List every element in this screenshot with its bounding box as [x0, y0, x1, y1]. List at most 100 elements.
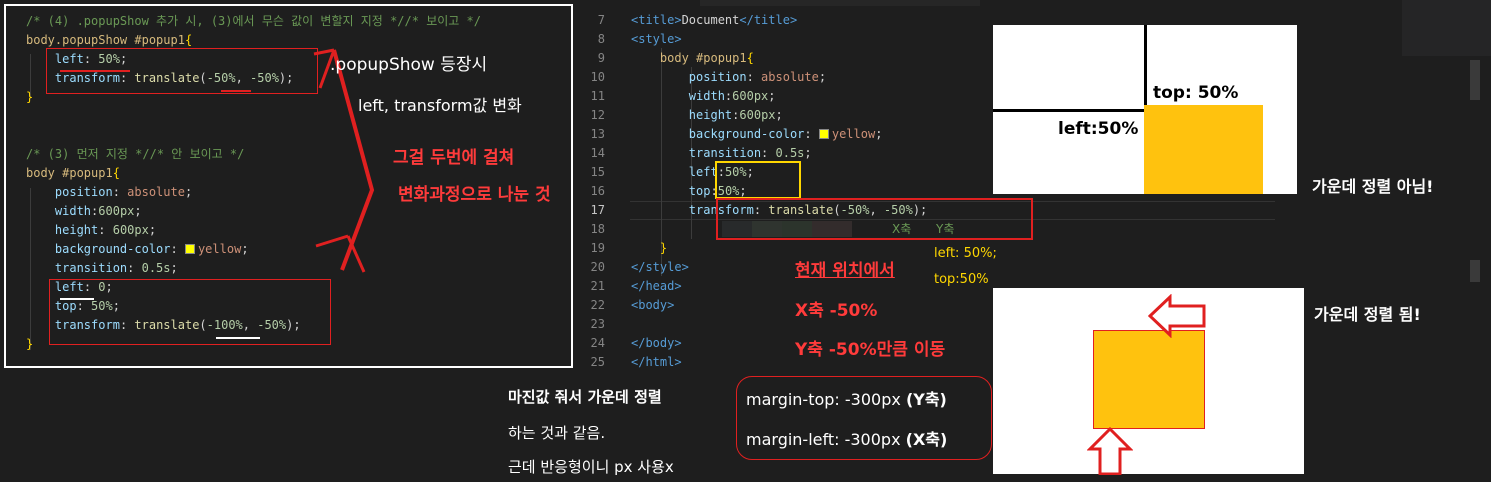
caption-centered: 가운데 정렬 됨!: [1314, 305, 1421, 324]
hint-top: top:50%: [934, 272, 989, 287]
line-number: 12: [590, 108, 605, 122]
code-token: ;: [184, 185, 193, 199]
code-token: </style>: [631, 260, 689, 274]
code-token: ;: [134, 204, 142, 218]
label-top-50: top: 50%: [1153, 83, 1239, 103]
code-token: ;: [818, 70, 827, 84]
code-token: :: [761, 146, 776, 160]
margin-top-value: margin-top: -300px: [746, 390, 901, 409]
code-token: 600px: [98, 204, 135, 218]
margin-top-axis: (Y축): [905, 390, 947, 409]
margin-left-value: margin-left: -300px: [746, 430, 901, 449]
line-number: 18: [590, 222, 605, 236]
margin-left-line: margin-left: -300px (X축): [746, 426, 947, 450]
code-token: {: [112, 166, 120, 180]
code-token: {: [746, 51, 754, 65]
line-number: 13: [590, 127, 605, 141]
axis-y-label: Y축: [936, 222, 955, 236]
code-token: yellow: [197, 242, 242, 256]
code-token: 600px: [732, 89, 769, 103]
code-token: </head>: [631, 279, 682, 293]
code-token: height: [54, 223, 99, 237]
code-token: position: [688, 70, 747, 84]
horizontal-guide-line: [993, 109, 1148, 112]
code-line: <body>: [631, 296, 927, 315]
highlight-box-left-top: [715, 161, 801, 199]
code-token: left: [688, 165, 718, 179]
code-line: body #popup1{: [631, 49, 927, 68]
code-token: background-color: [688, 127, 805, 141]
code-token: }: [26, 90, 34, 104]
line-number: 9: [597, 51, 605, 65]
underline-minus50: [221, 90, 251, 92]
scrollbar-thumb[interactable]: [1470, 260, 1480, 282]
explain-current-position: 현재 위치에서: [795, 261, 895, 281]
code-token: }: [26, 337, 34, 351]
code-token: /* (3) 먼저 지정 *//* 안 보이고 */: [26, 147, 245, 161]
code-token: :: [804, 127, 819, 141]
code-line: /* (4) .popupShow 추가 시, (3)에서 무슨 값이 변할지 …: [26, 12, 481, 31]
line-number: 25: [590, 355, 605, 369]
code-token: ;: [241, 242, 249, 256]
code-line: <style>: [631, 30, 927, 49]
highlight-box-initial: [49, 279, 331, 345]
code-line: <title>Document</title>: [631, 11, 927, 30]
line-number: 24: [590, 336, 605, 350]
code-line: background-color: yellow;: [26, 240, 481, 259]
code-token: :: [112, 185, 128, 199]
caption-not-centered: 가운데 정렬 아님!: [1312, 177, 1434, 196]
code-token: :: [127, 261, 142, 275]
line-number: 22: [590, 298, 605, 312]
line-number: 7: [597, 13, 605, 27]
code-token: transition: [54, 261, 128, 275]
code-token: top: [688, 184, 711, 198]
code-token: </body>: [631, 336, 682, 350]
note-twice-1: 그걸 두번에 걸쳐: [393, 148, 515, 168]
code-token: position: [54, 185, 113, 199]
line-number: 8: [597, 32, 605, 46]
margin-top-line: margin-top: -300px (Y축): [746, 386, 947, 410]
line-number: 23: [590, 317, 605, 331]
whitespace-markers: [722, 221, 852, 237]
axis-x-label: X축: [892, 222, 912, 236]
scrollbar[interactable]: [1470, 60, 1480, 100]
underline-0: [60, 298, 94, 300]
margin-left-axis: (X축): [905, 430, 948, 449]
note-values: left, transform값 변화: [358, 96, 522, 115]
code-line: transition: 0.5s;: [26, 259, 481, 278]
arrow-up-icon: [1087, 427, 1133, 475]
code-token: :: [746, 70, 762, 84]
code-token: </title>: [739, 13, 798, 27]
code-token: /* (4) .popupShow 추가 시, (3)에서 무슨 값이 변할지 …: [26, 14, 481, 28]
code-line: background-color: yellow;: [631, 125, 927, 144]
line-number: 19: [590, 241, 605, 255]
diagram-not-centered: top: 50% left:50%: [993, 25, 1297, 194]
code-token: ;: [775, 108, 783, 122]
code-token: Document: [681, 13, 740, 27]
code-token: <style>: [631, 32, 682, 46]
bracket-arrow-drawing: [313, 48, 375, 273]
code-token: background-color: [54, 242, 171, 256]
arrow-left-icon: [1148, 294, 1206, 338]
code-token: transition: [688, 146, 762, 160]
code-token: ;: [170, 261, 178, 275]
diagram-centered: [993, 288, 1304, 475]
line-number: 10: [590, 70, 605, 84]
color-swatch-icon: [184, 244, 195, 254]
code-token: height: [688, 108, 733, 122]
code-token: <body>: [631, 298, 675, 312]
note-popupshow: .popupShow 등장시: [330, 55, 488, 75]
code-line: height:600px;: [631, 106, 927, 125]
code-token: :: [170, 242, 185, 256]
code-token: ;: [804, 146, 812, 160]
code-token: ;: [148, 223, 157, 237]
line-number: 20: [590, 260, 605, 274]
